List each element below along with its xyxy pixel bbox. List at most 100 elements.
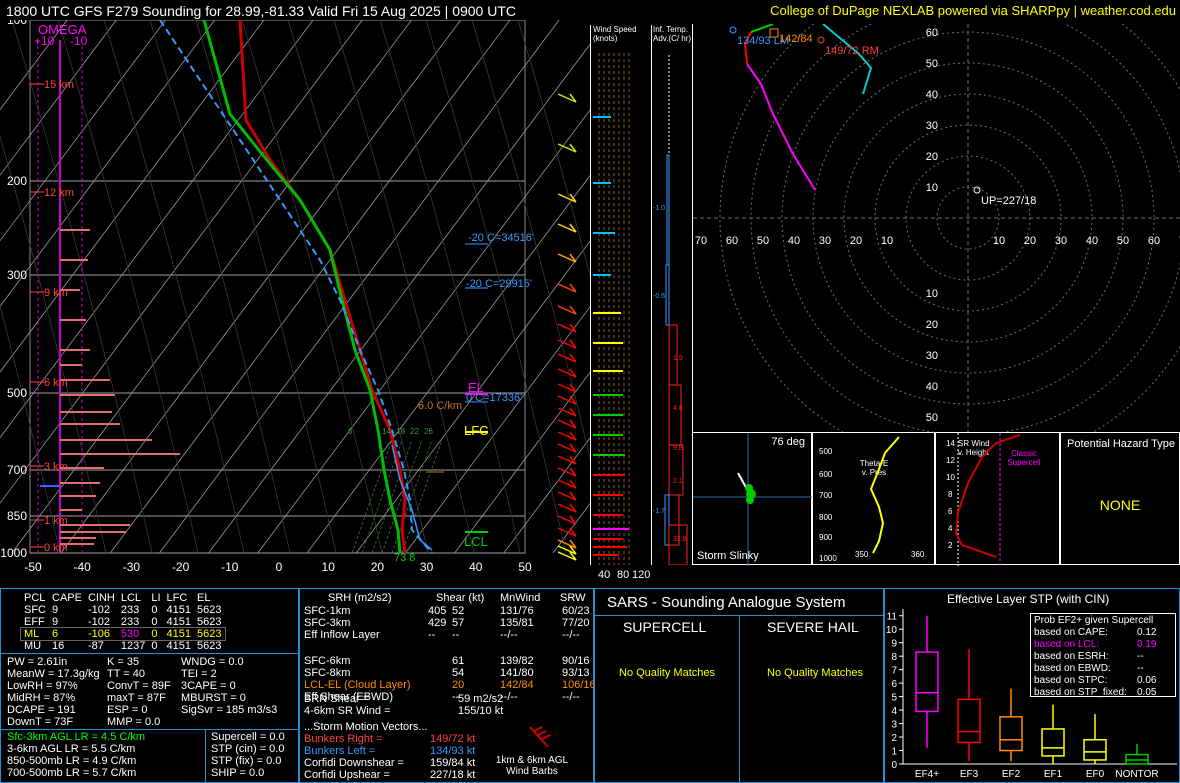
height-label-1: 12 km: [44, 187, 74, 199]
kin-cell: 90/16: [562, 655, 590, 667]
pressure-tick-200: 200: [7, 174, 27, 188]
stp-ylabel-2: 2: [891, 733, 897, 744]
temperature-profile: [238, 20, 407, 554]
hodo-xlabel-9: 30: [1055, 235, 1067, 247]
adv-label-7: 32.8: [673, 536, 687, 543]
dry-adiabat: [241, 20, 383, 554]
sars-hail-title: SEVERE HAIL: [767, 619, 859, 635]
pressure-tick-100: 100: [7, 20, 27, 27]
cell: 5623: [197, 628, 222, 640]
kin-cell: 106/16: [562, 679, 596, 691]
supercell-value: Supercell = 0.0: [211, 731, 285, 743]
isotherm: [11, 20, 412, 554]
3cape-value: 3CAPE = 0: [181, 680, 236, 692]
hodo-xlabel-2: 50: [757, 235, 769, 247]
hodo-xlabel-7: 10: [993, 235, 1005, 247]
hodo-xlabel-6: 10: [881, 235, 893, 247]
kin-cell: SFC-1km: [304, 605, 351, 617]
stp-box-3: [1041, 728, 1065, 757]
temp-advection-panel: Inf. Temp. Adv.(C/ hr) -1.0 -0.6 1.9 4.8 9.8…: [651, 25, 693, 565]
slinky-plot: [693, 433, 813, 566]
hodo-xlabel-11: 50: [1117, 235, 1129, 247]
temp-tick-10: 50: [518, 560, 532, 574]
kin-cell: Eff Inflow Layer: [304, 629, 380, 641]
cell: 6: [52, 628, 59, 640]
hodo-ring: [719, 24, 1180, 432]
mmp-value: MMP = 0.0: [107, 716, 161, 728]
midrh-value: MidRH = 87%: [7, 692, 76, 704]
adv-bar: [664, 494, 670, 546]
cell: 4151: [166, 628, 192, 640]
stp-xlabel-1: EF3: [960, 769, 979, 780]
temp-adv-bars: -1.0 -0.6 1.9 4.8 9.8 2.1 -1.7 32.8: [653, 55, 688, 565]
isotherm: [0, 20, 216, 307]
index-col-3: WNDG = 0.0 TEI = 2 3CAPE = 0 MBURST = 0 …: [181, 656, 277, 716]
corfidi-down-value: 159/84 kt: [430, 757, 476, 769]
hodograph: 7060504030201010203040506070605040302010…: [692, 24, 1180, 432]
hazard-panel: Potential Hazard Type NONE: [1060, 432, 1180, 565]
wndg-value: WNDG = 0.0: [181, 656, 244, 668]
omega-tick-plus: +10: [34, 34, 55, 48]
kin-cell: --: [428, 629, 436, 641]
mix-label-2: 18: [396, 427, 405, 436]
corfidi-up-value: 227/18 kt: [430, 769, 476, 781]
parcel-header-row: PCL CAPE CINH LCL LI LFC EL: [21, 592, 225, 604]
brn-value: 59 m2/s2: [458, 693, 504, 705]
hodo-xlabel-8: 20: [1024, 235, 1036, 247]
k-value: K = 35: [107, 656, 140, 668]
table-row-selected[interactable]: ML 6 -106 530 0 4151 5623: [20, 627, 226, 641]
hodo-xlabel-1: 60: [726, 235, 738, 247]
adv-bar: [668, 444, 684, 496]
stp-xlabel-5: NONTOR: [1115, 769, 1158, 780]
bunkers-right-label: Bunkers Right =: [304, 733, 383, 745]
wind-speed-tick-120: 120: [632, 569, 651, 581]
adv-label-0: -1.0: [653, 205, 665, 212]
temp-tick-4: -10: [221, 560, 239, 574]
pressure-tick-700: 700: [7, 463, 27, 477]
kin-cell: --/--: [562, 629, 580, 641]
composite-indices: Supercell = 0.0 STP (cin) = 0.0 STP (fix…: [211, 731, 285, 779]
stp-ylabel-11: 11: [887, 612, 898, 623]
stp-xlabel-3: EF1: [1044, 769, 1063, 780]
cell: -87: [87, 640, 104, 652]
sars-hail-result: No Quality Matches: [767, 667, 863, 679]
stp-box-0: [915, 651, 939, 713]
kin-cell: 139/82: [500, 655, 534, 667]
lapse-label: 6.0 C/km: [418, 400, 463, 412]
cell: 530: [120, 628, 140, 640]
cell: -106: [87, 628, 110, 640]
table-row: SFC 9 -102 233 0 4151 5623: [21, 604, 225, 616]
temp-tick-3: -20: [172, 560, 190, 574]
credit-text: College of DuPage NEXLAB powered via SHA…: [770, 3, 1176, 18]
mixing-line: [351, 439, 393, 554]
hodo-up-marker: [973, 186, 981, 194]
stp-ylabel-6: 6: [891, 679, 897, 690]
mix-label-1: 14: [382, 427, 391, 436]
hazard-value: NONE: [1099, 497, 1141, 513]
wind-barbs: [557, 93, 577, 561]
hdr-cape: CAPE: [52, 592, 82, 604]
hodo-ring: [750, 24, 1180, 432]
cell: 4151: [166, 640, 192, 652]
height-label-0: 15 km: [44, 79, 74, 91]
hodo-mean-label: 142/84: [779, 33, 813, 45]
kin-cell: 405: [428, 605, 447, 617]
temp-tick-0: -50: [24, 560, 42, 574]
stp-box-4: [1083, 738, 1107, 761]
kin-cell: --/--: [562, 691, 580, 703]
stp-box-1: [957, 698, 981, 744]
storm-slinky-panel: 76 deg Storm Slinky: [692, 432, 813, 566]
cell: 5623: [197, 640, 222, 652]
kin-cell: 142/84: [500, 679, 534, 691]
kin-cell: 141/80: [500, 667, 534, 679]
parcel-trace: [159, 20, 433, 554]
temp-tick-6: 10: [322, 560, 336, 574]
isotherm: [109, 20, 511, 554]
esp-value: ESP = 0: [107, 704, 148, 716]
kin-cell: 20: [452, 679, 465, 691]
lapse-850500: 850-500mb LR = 4.9 C/km: [7, 755, 137, 767]
stp-ylabel-3: 3: [891, 720, 897, 731]
stp-boxplot: 0 1 2 3 4 5 6 7 8 9 10 11 EF4+ EF3 EF2 EF1 EF0 NONTOR: [886, 609, 1177, 780]
cell: 233: [120, 616, 140, 628]
hodo-ylabel-bot-1: 20: [926, 319, 938, 331]
